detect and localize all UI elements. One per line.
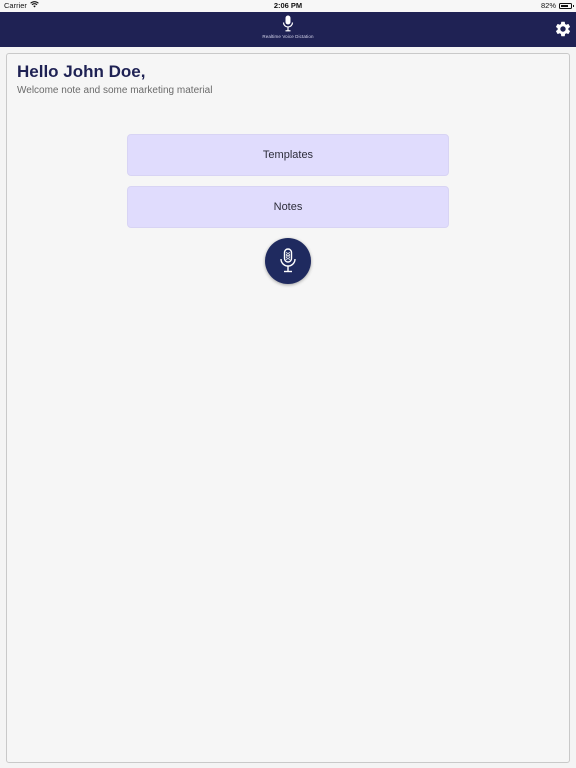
nav-bar: Realtime Voice Dictation (0, 12, 576, 47)
settings-button[interactable] (554, 20, 572, 38)
record-button[interactable] (265, 238, 311, 284)
battery-level (561, 4, 569, 7)
greeting-heading: Hello John Doe, (17, 62, 146, 81)
battery-icon (559, 2, 574, 9)
logo-text: Realtime Voice Dictation (262, 34, 314, 39)
battery-percent: 82% (540, 1, 556, 10)
notes-button[interactable]: Notes (127, 186, 449, 228)
status-time: 2:06 PM (273, 1, 303, 10)
app-logo: Realtime Voice Dictation (238, 15, 338, 39)
microphone-icon (280, 248, 296, 273)
status-bar: Carrier 2:06 PM 82% (0, 0, 576, 12)
microphone-icon (282, 15, 294, 32)
gear-icon (556, 21, 571, 37)
status-right: 82% (540, 1, 574, 10)
templates-button-label: Templates (262, 149, 314, 161)
welcome-text: Welcome note and some marketing material (17, 85, 213, 96)
notes-button-label: Notes (273, 201, 303, 213)
main-card: Hello John Doe, Welcome note and some ma… (6, 53, 570, 763)
templates-button[interactable]: Templates (127, 134, 449, 176)
